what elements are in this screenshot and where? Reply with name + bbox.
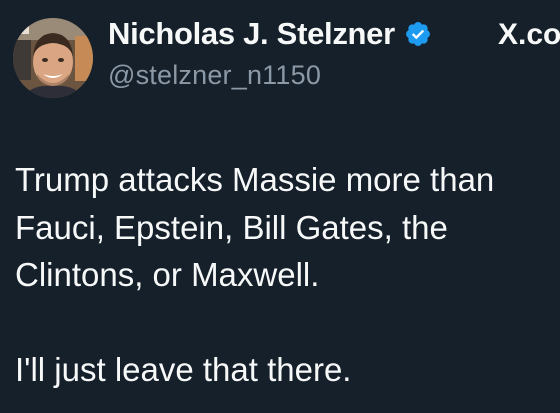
tweet-line: I'll just leave that there. [15,350,352,388]
author-handle[interactable]: @stelzner_n1150 [108,60,321,91]
tweet-line: Clintons, or Maxwell. [15,256,320,293]
tweet-text: Trump attacks Massie more than Fauci, Ep… [15,156,555,393]
tweet-line: Fauci, Epstein, Bill Gates, the [15,208,448,246]
author-name-row: Nicholas J. Stelzner [108,16,432,52]
tweet-card: Nicholas J. Stelzner X.co @stelzner_n115… [0,0,560,413]
x-brand-label[interactable]: X.co [498,18,560,52]
avatar[interactable] [13,18,93,98]
tweet-line: Trump attacks Massie more than [15,161,495,198]
author-display-name[interactable]: Nicholas J. Stelzner [108,16,395,52]
avatar-photo [13,18,93,98]
verified-badge-icon [405,22,430,46]
